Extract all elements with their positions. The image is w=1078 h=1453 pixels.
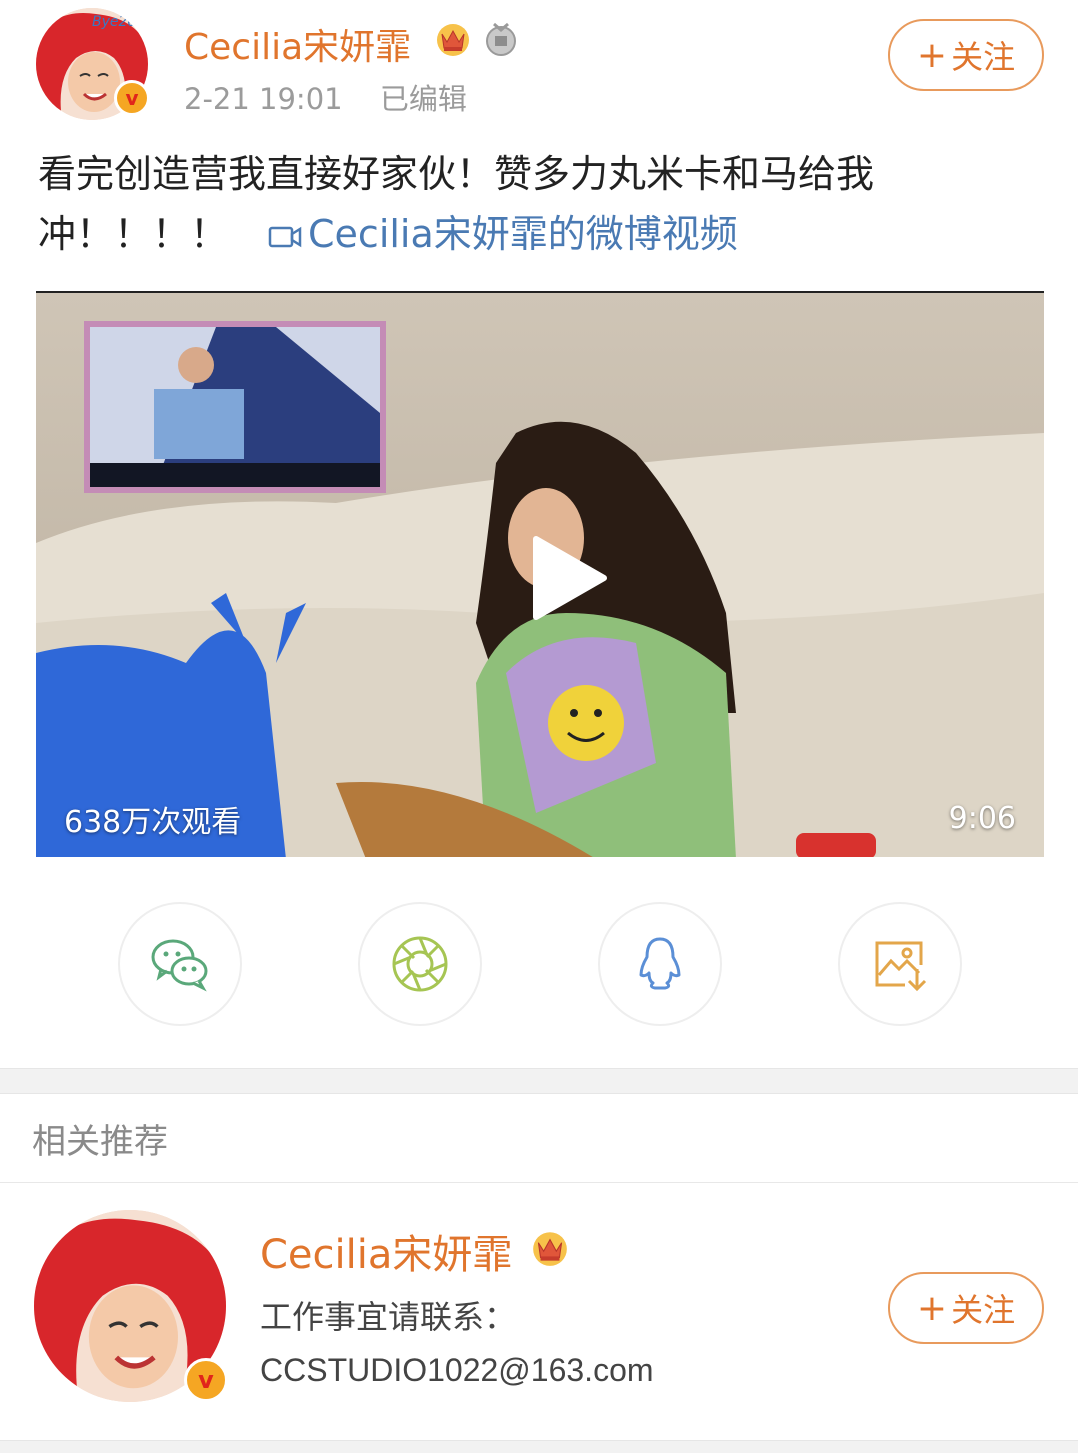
post-body: 看完创造营我直接好家伙！赞多力丸米卡和马给我冲！！！！ Cecilia宋妍霏的微博… xyxy=(38,144,1038,264)
crown-icon[interactable] xyxy=(434,20,472,58)
video-camera-icon[interactable] xyxy=(268,224,302,250)
avatar-sticker-text: Bye2020 xyxy=(92,14,148,30)
divider xyxy=(0,1182,1078,1183)
post-header: Bye2020 v Cecilia宋妍霏 2-21 19:01 已编辑 + 关注 xyxy=(0,0,1078,130)
follow-button[interactable]: + 关注 xyxy=(888,19,1044,91)
section-divider xyxy=(0,1068,1078,1094)
related-user-email: CCSTUDIO1022@163.com xyxy=(260,1352,654,1388)
moments-icon xyxy=(392,936,448,992)
author-avatar[interactable]: Bye2020 v xyxy=(36,8,150,120)
video-player[interactable]: 638万次观看 9:06 xyxy=(36,291,1044,857)
share-moments-button[interactable] xyxy=(358,902,482,1026)
verified-badge-icon: v xyxy=(184,1358,228,1402)
save-image-icon xyxy=(875,941,927,992)
save-image-button[interactable] xyxy=(838,902,962,1026)
video-duration: 9:06 xyxy=(948,801,1016,836)
related-section-title: 相关推荐 xyxy=(32,1122,168,1162)
related-user-avatar[interactable]: v xyxy=(34,1210,228,1402)
post-timestamp: 2-21 19:01 xyxy=(184,82,343,116)
qq-icon xyxy=(639,937,681,990)
follow-label: 关注 xyxy=(951,38,1016,76)
share-row xyxy=(0,900,1078,1030)
play-icon[interactable] xyxy=(530,533,610,623)
related-user-name[interactable]: Cecilia宋妍霏 xyxy=(260,1222,512,1280)
share-wechat-button[interactable] xyxy=(118,902,242,1026)
medal-icon[interactable] xyxy=(482,20,520,58)
plus-icon: + xyxy=(916,1287,948,1329)
video-link[interactable]: Cecilia宋妍霏的微博视频 xyxy=(308,212,738,256)
share-qq-button[interactable] xyxy=(598,902,722,1026)
plus-icon: + xyxy=(916,34,948,76)
related-user-description: 工作事宜请联系： xyxy=(260,1298,517,1336)
follow-related-user-button[interactable]: + 关注 xyxy=(888,1272,1044,1344)
bottom-divider xyxy=(0,1440,1078,1453)
crown-icon[interactable] xyxy=(530,1228,570,1268)
view-count: 638万次观看 xyxy=(64,805,242,840)
post-meta: 2-21 19:01 已编辑 xyxy=(184,76,467,118)
name-badges xyxy=(434,20,520,58)
follow-label: 关注 xyxy=(951,1291,1016,1329)
edited-label[interactable]: 已编辑 xyxy=(380,82,467,116)
verified-badge-icon: v xyxy=(114,80,150,116)
author-name[interactable]: Cecilia宋妍霏 xyxy=(184,18,411,70)
wechat-icon xyxy=(151,939,208,992)
